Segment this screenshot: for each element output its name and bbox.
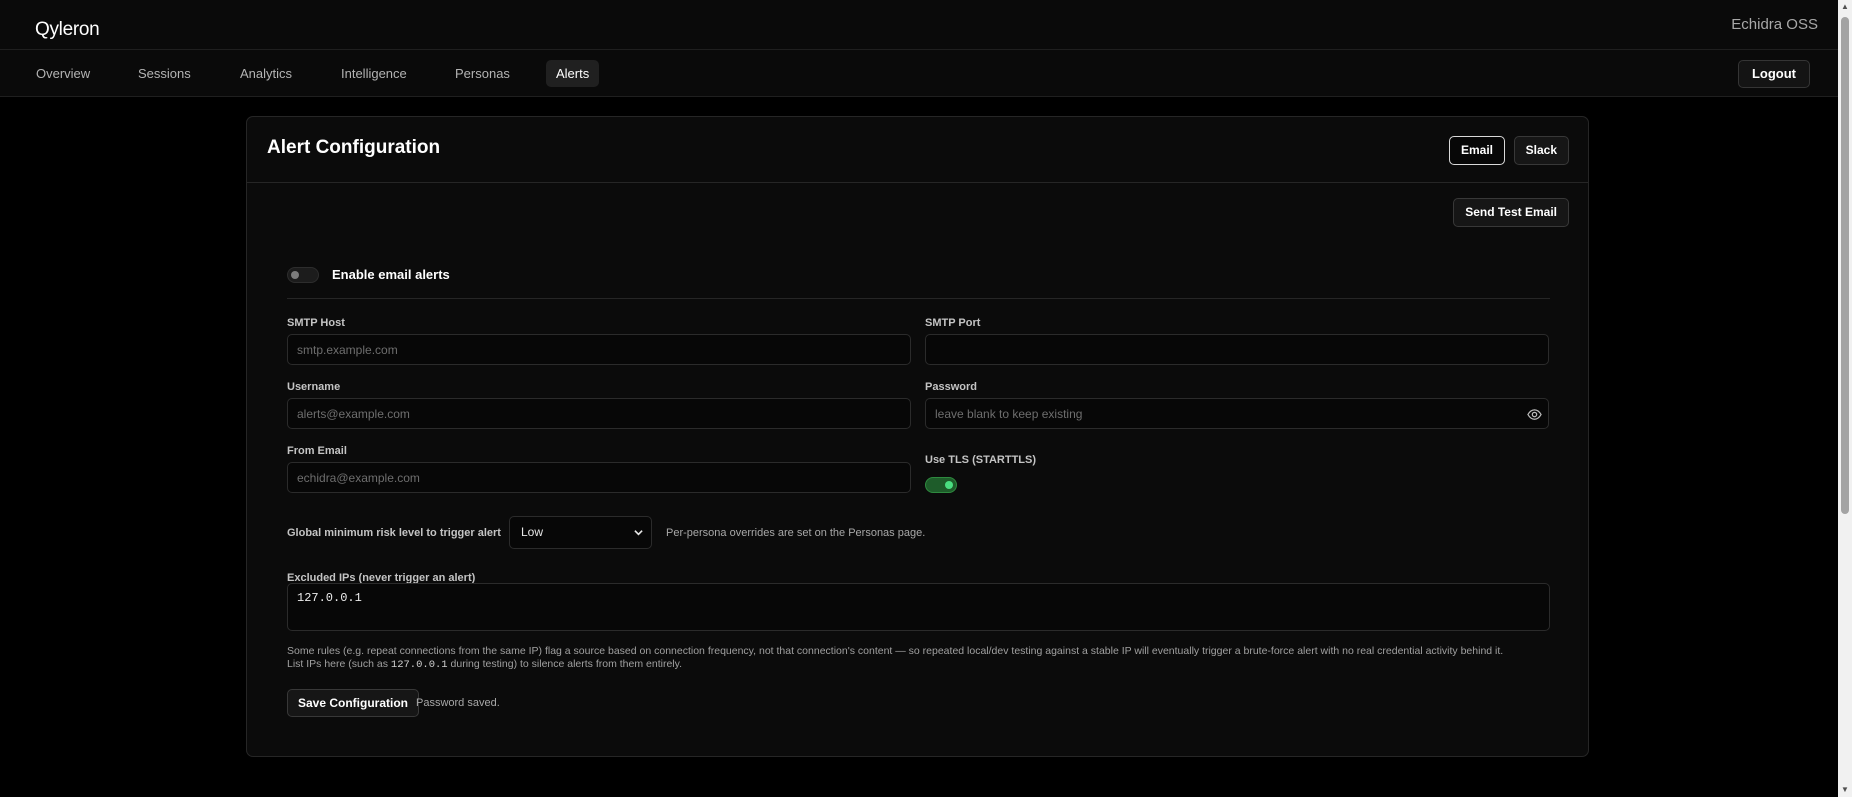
scroll-down-arrow-icon[interactable]: ▼ xyxy=(1838,783,1852,797)
smtp-host-input[interactable] xyxy=(287,334,911,365)
risk-level-label: Global minimum risk level to trigger ale… xyxy=(287,527,501,539)
save-configuration-button[interactable]: Save Configuration xyxy=(287,689,420,717)
tab-intelligence[interactable]: Intelligence xyxy=(331,60,417,87)
enable-email-alerts-toggle[interactable] xyxy=(287,267,319,283)
from-email-label: From Email xyxy=(287,445,347,457)
eye-icon[interactable] xyxy=(1527,407,1542,422)
product-name: Echidra OSS xyxy=(1731,16,1818,33)
page-title: Alert Configuration xyxy=(267,137,441,158)
tab-overview[interactable]: Overview xyxy=(26,60,100,87)
smtp-port-label: SMTP Port xyxy=(925,317,981,329)
brand-logo[interactable]: Qyleron xyxy=(35,19,100,41)
password-input[interactable] xyxy=(925,398,1549,429)
send-test-email-button[interactable]: Send Test Email xyxy=(1453,198,1569,227)
excluded-ips-help: Some rules (e.g. repeat connections from… xyxy=(287,645,1557,671)
from-email-input[interactable] xyxy=(287,462,911,493)
chevron-down-icon xyxy=(634,530,643,536)
tab-sessions[interactable]: Sessions xyxy=(128,60,201,87)
alert-config-card: Alert Configuration Email Slack Send Tes… xyxy=(246,116,1589,757)
tab-alerts[interactable]: Alerts xyxy=(546,60,600,87)
risk-level-value: Low xyxy=(521,525,544,539)
excluded-ips-textarea[interactable]: 127.0.0.1 xyxy=(287,583,1550,631)
divider xyxy=(287,298,1550,299)
password-label: Password xyxy=(925,381,977,393)
username-label: Username xyxy=(287,381,341,393)
enable-email-alerts-label: Enable email alerts xyxy=(332,267,450,282)
use-tls-label: Use TLS (STARTTLS) xyxy=(925,454,1037,466)
risk-level-note: Per-persona overrides are set on the Per… xyxy=(666,527,926,539)
top-bar: Qyleron Echidra OSS xyxy=(0,0,1838,50)
card-header: Alert Configuration Email Slack xyxy=(247,117,1588,183)
scroll-up-arrow-icon[interactable]: ▲ xyxy=(1838,0,1852,14)
help-line-2: List IPs here (such as 127.0.0.1 during … xyxy=(287,657,683,671)
logout-button[interactable]: Logout xyxy=(1737,60,1810,88)
risk-level-select[interactable]: Low xyxy=(509,516,652,549)
toggle-knob xyxy=(945,481,953,489)
nav-bar: Overview Sessions Analytics Intelligence… xyxy=(0,50,1838,97)
scrollbar-thumb[interactable] xyxy=(1841,17,1849,514)
help-line-1: Some rules (e.g. repeat connections from… xyxy=(287,645,1504,657)
tab-personas[interactable]: Personas xyxy=(445,60,520,87)
use-tls-toggle[interactable] xyxy=(925,477,957,493)
slack-channel-button[interactable]: Slack xyxy=(1513,136,1569,165)
username-input[interactable] xyxy=(287,398,911,429)
toggle-knob xyxy=(291,271,299,279)
email-channel-button[interactable]: Email xyxy=(1448,136,1505,165)
status-message: Password saved. xyxy=(416,697,500,709)
help-ip-code: 127.0.0.1 xyxy=(390,658,448,671)
smtp-host-label: SMTP Host xyxy=(287,317,345,329)
scrollbar[interactable]: ▲ ▼ xyxy=(1838,0,1852,797)
tab-analytics[interactable]: Analytics xyxy=(230,60,302,87)
smtp-port-input[interactable] xyxy=(925,334,1549,365)
